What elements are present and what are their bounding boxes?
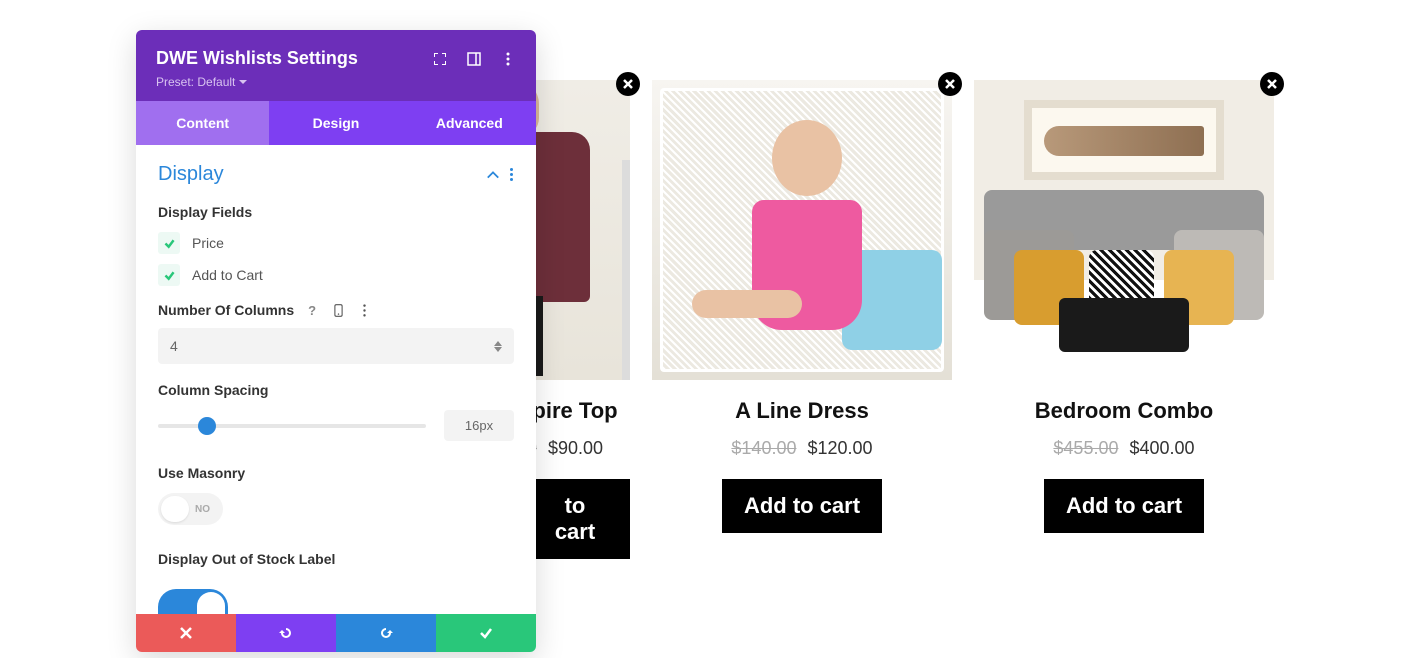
tabs: Content Design Advanced [136,101,536,145]
panel-header: DWE Wishlists Settings Preset: Default [136,30,536,101]
new-price: $400.00 [1130,438,1195,458]
columns-value: 4 [170,338,178,354]
outofstock-label: Display Out of Stock Label [158,551,514,567]
product-title[interactable]: Bedroom Combo [974,398,1274,424]
chevron-down-icon [239,78,247,86]
section-display: Display Display Fields Price Add to Cart… [136,145,536,614]
dock-icon[interactable] [466,51,482,67]
scrollbar[interactable] [622,160,630,380]
fullscreen-icon[interactable] [432,51,448,67]
toggle-knob [197,592,225,614]
settings-panel: DWE Wishlists Settings Preset: Default C… [136,30,536,652]
collapse-icon[interactable] [486,168,500,182]
remove-button[interactable] [1260,72,1284,96]
spacing-value[interactable]: 16px [444,410,514,441]
outofstock-toggle[interactable]: YES [158,589,228,614]
panel-title: DWE Wishlists Settings [156,48,358,69]
tab-design[interactable]: Design [269,101,402,145]
product-card: A Line Dress $140.00 $120.00 Add to cart [652,80,952,559]
spacing-slider[interactable] [158,424,426,428]
more-icon[interactable] [500,51,516,67]
preset-label: Preset: Default [156,75,235,89]
columns-label: Number Of Columns [158,302,294,318]
tab-content[interactable]: Content [136,101,269,145]
save-button[interactable] [436,614,536,652]
undo-button[interactable] [236,614,336,652]
field-more-icon[interactable] [356,302,372,318]
old-price: $455.00 [1053,438,1118,458]
product-image[interactable] [652,80,952,380]
new-price: $120.00 [808,438,873,458]
help-icon[interactable]: ? [304,302,320,318]
product-card: Bedroom Combo $455.00 $400.00 Add to car… [974,80,1274,559]
checkbox-addtocart[interactable] [158,264,180,286]
display-fields-label: Display Fields [158,204,514,220]
remove-button[interactable] [616,72,640,96]
toggle-knob [161,496,189,522]
columns-select[interactable]: 4 [158,328,514,364]
checkbox-price[interactable] [158,232,180,254]
checkbox-addtocart-label: Add to Cart [192,267,263,283]
masonry-label: Use Masonry [158,465,514,481]
section-title: Display [158,163,224,186]
spacing-slider-thumb[interactable] [198,417,216,435]
tab-advanced[interactable]: Advanced [403,101,536,145]
remove-button[interactable] [938,72,962,96]
add-to-cart-button[interactable]: to cart [520,479,630,559]
new-price: $90.00 [548,438,603,458]
masonry-toggle[interactable]: NO [158,493,223,525]
responsive-icon[interactable] [330,302,346,318]
product-image[interactable] [974,80,1274,380]
add-to-cart-button[interactable]: Add to cart [722,479,882,533]
cancel-button[interactable] [136,614,236,652]
product-title[interactable]: A Line Dress [652,398,952,424]
preset-selector[interactable]: Preset: Default [156,75,516,89]
panel-footer [136,614,536,652]
old-price: $140.00 [731,438,796,458]
redo-button[interactable] [336,614,436,652]
product-title[interactable]: pire Top [520,398,630,424]
spacing-label: Column Spacing [158,382,514,398]
checkbox-price-label: Price [192,235,224,251]
product-price: $455.00 $400.00 [974,438,1274,459]
masonry-value: NO [189,504,220,515]
section-more-icon[interactable] [510,168,514,181]
product-price: $140.00 $120.00 [652,438,952,459]
add-to-cart-button[interactable]: Add to cart [1044,479,1204,533]
select-chevrons-icon [494,341,502,352]
